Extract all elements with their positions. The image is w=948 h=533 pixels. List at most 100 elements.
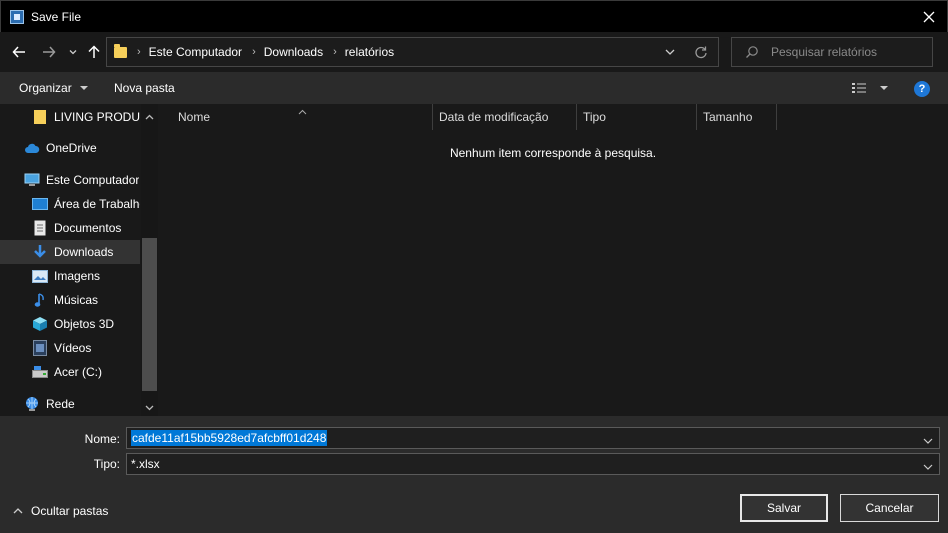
chevron-down-icon [69,50,77,55]
sidebar-item-label: Downloads [54,245,114,259]
sidebar-item-label: OneDrive [46,141,97,155]
column-label: Nome [178,110,211,124]
sidebar-item-label: Imagens [54,269,101,283]
window-title: Save File [31,9,82,24]
sidebar-item-living-producoes[interactable]: LIVING PRODUÇ [34,105,146,129]
sidebar-item-downloads[interactable]: Downloads [0,240,140,264]
column-header-nome[interactable]: Nome [178,104,210,130]
help-icon: ? [918,83,926,95]
refresh-icon [695,46,707,59]
folder-icon [34,109,46,125]
file-type-label: Tipo: [93,457,120,471]
new-folder-button[interactable]: Nova pasta [114,81,175,95]
image-icon [32,268,48,284]
file-name-label: Nome: [84,432,120,446]
forward-button[interactable] [39,42,59,62]
search-input[interactable]: Pesquisar relatórios [731,37,933,67]
chevron-right-icon: › [137,46,141,58]
close-icon [923,11,935,23]
sidebar-item-rede[interactable]: Rede [24,392,158,416]
sidebar-item-label: LIVING PRODUÇ [54,110,140,124]
folder-icon [114,43,127,58]
column-divider[interactable] [696,104,697,130]
address-bar[interactable]: › Este Computador › Downloads › relatóri… [106,37,719,67]
network-icon [24,396,40,412]
save-button[interactable]: Salvar [740,494,828,522]
file-name-value: cafde11af15bb5928ed7afcbff01d248 [131,430,328,446]
save-form: Nome: cafde11af15bb5928ed7afcbff01d248 T… [0,416,948,533]
file-name-field[interactable]: cafde11af15bb5928ed7afcbff01d248 [126,427,940,449]
desktop-icon [32,196,48,212]
sidebar-item-label: Objetos 3D [54,317,115,331]
chevron-right-icon: › [252,46,256,58]
video-icon [32,340,48,356]
organize-label: Organizar [19,81,72,95]
sidebar-item-label: Área de Trabalho [54,197,140,211]
column-divider[interactable] [576,104,577,130]
sidebar-item-acer-c[interactable]: Acer (C:) [32,360,158,384]
sidebar-item-label: Documentos [54,221,122,235]
hide-folders-button[interactable]: Ocultar pastas [13,504,108,518]
address-history-dropdown[interactable] [664,46,676,61]
sidebar-item-documentos[interactable]: Documentos [32,216,158,240]
caret-down-icon [880,86,888,90]
column-divider[interactable] [776,104,777,130]
caret-down-icon [79,86,88,90]
column-header-data-de-modificacao[interactable]: Data de modificação [439,104,548,130]
chevron-up-icon [145,114,154,120]
chevron-down-icon [665,49,675,55]
cloud-icon [24,140,40,156]
music-icon [32,292,48,308]
chevron-down-icon [923,438,933,444]
column-header-tamanho[interactable]: Tamanho [703,104,752,130]
hide-folders-label: Ocultar pastas [31,504,109,518]
sidebar-item-objetos-3d[interactable]: Objetos 3D [32,312,158,336]
scroll-up-button[interactable] [145,109,154,123]
new-folder-label: Nova pasta [114,81,175,95]
sidebar-item-onedrive[interactable]: OneDrive [24,136,158,160]
download-icon [32,244,48,260]
app-icon [10,9,24,24]
file-list: Nome Data de modificação Tipo Tamanho Ne… [160,104,948,416]
breadcrumb-relatorios[interactable]: relatórios [345,45,394,59]
command-bar: Organizar Nova pasta ? [0,72,948,104]
view-options-button[interactable] [851,81,889,95]
scroll-down-button[interactable] [145,400,154,414]
column-label: Tamanho [703,110,753,124]
back-button[interactable] [9,42,29,62]
sidebar-item-area-de-trabalho[interactable]: Área de Trabalho [32,192,142,216]
close-button[interactable] [919,7,939,27]
sidebar-item-este-computador[interactable]: Este Computador [24,168,158,192]
arrow-up-icon [88,45,100,58]
sidebar-item-imagens[interactable]: Imagens [32,264,158,288]
chevron-down-icon [923,464,933,470]
document-icon [32,220,48,236]
file-type-dropdown[interactable] [923,460,933,474]
file-type-value: *.xlsx [131,457,160,471]
recent-locations-button[interactable] [63,42,83,62]
breadcrumb-downloads[interactable]: Downloads [264,45,323,59]
file-type-select[interactable]: *.xlsx [126,453,940,475]
sort-ascending-icon [298,104,307,118]
cancel-button[interactable]: Cancelar [840,494,939,522]
column-divider[interactable] [432,104,433,130]
organize-button[interactable]: Organizar [19,81,90,95]
chevron-up-icon [13,508,23,514]
file-name-dropdown[interactable] [923,434,933,448]
computer-icon [24,172,40,188]
sidebar-item-musicas[interactable]: Músicas [32,288,158,312]
refresh-button[interactable] [694,45,708,62]
help-button[interactable]: ? [914,81,930,97]
sidebar-item-label: Músicas [54,293,99,307]
sidebar-item-videos[interactable]: Vídeos [32,336,158,360]
arrow-right-icon [43,46,56,58]
title-bar: Save File [0,0,948,32]
navigation-pane: LIVING PRODUÇ OneDrive Este Computador Á… [0,104,158,416]
scroll-thumb[interactable] [142,238,157,391]
sidebar-item-label: Este Computador [46,173,140,187]
sidebar-scrollbar[interactable] [141,104,158,416]
column-header-tipo[interactable]: Tipo [583,104,606,130]
breadcrumb-este-computador[interactable]: Este Computador [149,45,242,59]
address-row: › Este Computador › Downloads › relatóri… [0,32,948,72]
up-button[interactable] [84,42,104,62]
